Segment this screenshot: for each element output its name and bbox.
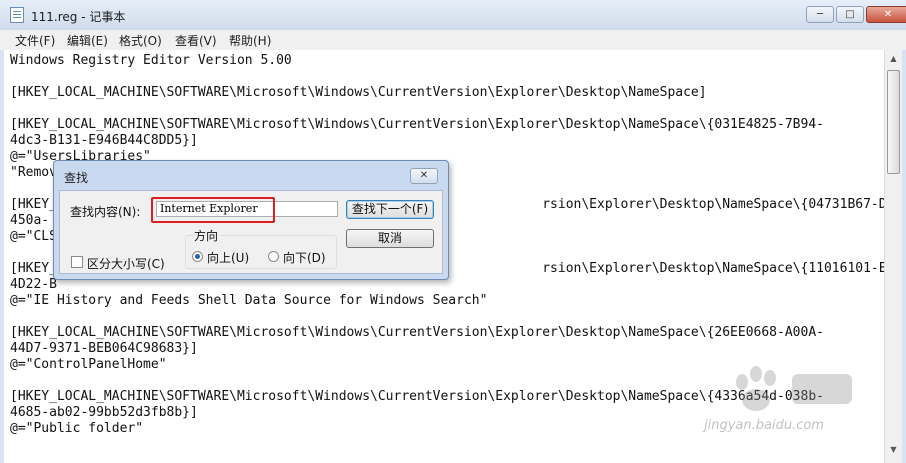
menu-format[interactable]: 格式(O)	[119, 32, 162, 49]
editor-line: 44D7-9371-BEB064C98683}]	[10, 341, 198, 356]
editor-line: [HKEY_LOCAL_MACHINE\SOFTWARE\Microsoft\W…	[10, 117, 824, 132]
cancel-button[interactable]: 取消	[346, 229, 434, 248]
editor-line: [HKEY_LOCAL_MACHINE\SOFTWARE\Microsoft\W…	[10, 85, 707, 100]
editor-line: 4D22-B	[10, 277, 57, 292]
find-dialog-title: 查找	[64, 171, 89, 185]
find-what-label: 查找内容(N):	[70, 205, 141, 219]
direction-up-label: 向上(U)	[207, 251, 250, 265]
highlight-annotation-box	[151, 197, 275, 223]
direction-group: 方向 向上(U) 向下(D)	[185, 227, 337, 269]
menu-help[interactable]: 帮助(H)	[229, 32, 271, 49]
match-case-checkbox[interactable]	[71, 256, 83, 268]
editor-line: @="CLS	[10, 229, 57, 244]
direction-down-radio[interactable]	[268, 251, 279, 262]
scroll-down-arrow-icon[interactable]: ▼	[885, 443, 902, 457]
direction-legend: 方向	[192, 227, 221, 244]
editor-line: Windows Registry Editor Version 5.00	[10, 53, 292, 68]
editor-line: 4685-ab02-99bb52d3fb8b}]	[10, 405, 198, 420]
close-button[interactable]: ✕	[866, 6, 906, 23]
editor-line: [HKEY_LOCAL_MACHINE\SOFTWARE\Microsoft\W…	[10, 325, 824, 340]
window-title: 111.reg - 记事本	[31, 10, 126, 24]
match-case-label: 区分大小写(C)	[87, 257, 165, 271]
direction-up-radio[interactable]	[192, 251, 203, 262]
menu-file[interactable]: 文件(F)	[15, 32, 55, 49]
maximize-button[interactable]: □	[836, 6, 864, 23]
notepad-icon	[10, 7, 24, 23]
editor-line: 450a-	[10, 213, 50, 228]
scroll-thumb[interactable]	[887, 70, 900, 174]
find-dialog: 查找 ✕ 查找内容(N): Internet Explorer 查找下一个(F)…	[53, 160, 449, 280]
editor-line: 4dc3-B131-E946B44C8DD5}]	[10, 133, 198, 148]
menu-view[interactable]: 查看(V)	[175, 32, 217, 49]
find-next-button[interactable]: 查找下一个(F)	[346, 200, 434, 219]
direction-down-label: 向下(D)	[283, 251, 326, 265]
minimize-button[interactable]: ─	[806, 6, 834, 23]
menu-edit[interactable]: 编辑(E)	[67, 32, 108, 49]
editor-line: @="ControlPanelHome"	[10, 357, 167, 372]
window-titlebar: 111.reg - 记事本 ─ □ ✕	[0, 0, 906, 30]
editor-line: [HKEY_LOCAL_MACHINE\SOFTWARE\Microsoft\W…	[10, 389, 824, 404]
find-dialog-body: 查找内容(N): Internet Explorer 查找下一个(F) 取消 区…	[59, 190, 443, 274]
dialog-close-button[interactable]: ✕	[410, 168, 438, 184]
scroll-up-arrow-icon[interactable]: ▲	[885, 52, 902, 66]
editor-line: @="Public folder"	[10, 421, 144, 436]
vertical-scrollbar[interactable]: ▲ ▼	[884, 50, 902, 463]
editor-line: "Remov	[10, 165, 57, 180]
menu-bar: 文件(F) 编辑(E) 格式(O) 查看(V) 帮助(H)	[0, 30, 906, 50]
editor-line: @="IE History and Feeds Shell Data Sourc…	[10, 293, 488, 308]
